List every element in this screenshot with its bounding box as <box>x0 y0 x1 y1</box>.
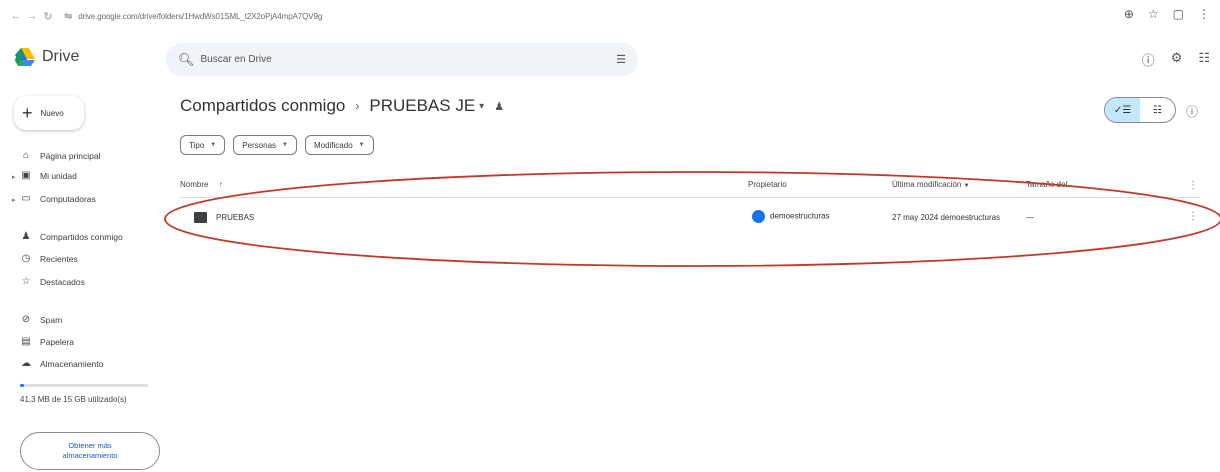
breadcrumb-shared-link[interactable]: Compartidos conmigo <box>180 96 345 116</box>
search-bar[interactable]: 🔍︎ Buscar en Drive ☰ <box>166 43 638 76</box>
star-icon: ☆ <box>21 276 31 287</box>
shared-people-icon: ♟ <box>494 100 505 113</box>
sidebar-item-label: Almacenamiento <box>40 358 104 369</box>
people-icon: ♟ <box>21 231 31 242</box>
filter-modified-chip[interactable]: Modificado ▼ <box>304 135 374 155</box>
more-vert-icon[interactable]: ⋮ <box>1188 180 1198 191</box>
site-info-icon[interactable]: ⇋ <box>64 11 72 22</box>
tune-icon[interactable]: ☰ <box>616 53 626 66</box>
plus-icon: + <box>22 102 33 123</box>
chevron-down-icon: ▼ <box>358 142 365 148</box>
get-more-storage-button[interactable]: Obtener más almacenamiento <box>20 432 160 470</box>
bookmark-star-icon[interactable]: ☆ <box>1148 7 1159 21</box>
home-icon: ⌂ <box>22 150 30 161</box>
drive-logo-icon <box>14 48 35 66</box>
sidebar-item-storage[interactable]: ☁︎ Almacenamiento <box>20 358 103 369</box>
clock-icon: ◷ <box>21 253 31 264</box>
sidebar-item-shared[interactable]: ♟ Compartidos conmigo <box>20 231 123 242</box>
breadcrumb: Compartidos conmigo › PRUEBAS JE ▾ ♟ <box>180 96 504 116</box>
help-icon[interactable]: ⓘ <box>1142 50 1155 69</box>
table-row[interactable]: PRUEBAS demoestructuras 27 may 2024 demo… <box>180 203 1200 233</box>
settings-icon[interactable]: ⚙ <box>1171 50 1183 69</box>
column-name-label: Nombre <box>180 180 209 189</box>
sidebar-item-trash[interactable]: ▤ Papelera <box>20 336 74 347</box>
filter-people-chip[interactable]: Personas ▼ <box>233 135 297 155</box>
shared-folder-icon <box>194 212 207 223</box>
spam-icon: ⊘ <box>21 314 31 325</box>
column-modified-label: Última modificación <box>892 180 962 189</box>
storage-usage-text: 41,3 MB de 15 GB utilizado(s) <box>20 395 127 404</box>
cloud-icon: ☁︎ <box>21 358 31 369</box>
extensions-icon[interactable]: ▢ <box>1173 7 1184 21</box>
size-cell: — <box>1026 213 1034 222</box>
sidebar-item-my-drive[interactable]: ▣ Mi unidad <box>20 170 77 181</box>
sidebar-item-label: Papelera <box>40 336 75 347</box>
reload-icon[interactable]: ↻ <box>40 10 56 23</box>
sidebar-item-home[interactable]: ⌂ Página principal <box>20 150 101 161</box>
checkmark-icon: ✓☰ <box>1113 104 1132 116</box>
grid-icon: ☷ <box>1153 104 1162 116</box>
new-button[interactable]: + Nuevo <box>14 96 84 130</box>
owner-name: demoestructuras <box>770 211 830 221</box>
storage-progress-fill <box>20 384 24 387</box>
url-text: drive.google.com/drive/folders/1HwdWs01S… <box>78 11 323 21</box>
expand-arrow-icon[interactable]: ▸ <box>12 196 16 204</box>
column-name-header[interactable]: Nombre ↑ <box>180 180 223 189</box>
sidebar-item-label: Mi unidad <box>40 170 77 181</box>
column-modified-header[interactable]: Última modificación ▼ <box>892 180 970 189</box>
sidebar-item-label: Destacados <box>40 276 85 287</box>
view-toggle: ✓☰ ☷ <box>1104 97 1176 123</box>
file-name[interactable]: PRUEBAS <box>216 213 254 222</box>
filter-type-chip[interactable]: Tipo ▼ <box>180 135 226 155</box>
search-input[interactable]: Buscar en Drive <box>201 54 617 65</box>
apps-icon[interactable]: ☷ <box>1198 50 1210 69</box>
list-view-button[interactable]: ✓☰ <box>1105 98 1140 122</box>
browser-toolbar: ← → ↻ ⇋ drive.google.com/drive/folders/1… <box>0 0 1220 32</box>
modified-cell: 27 may 2024 demoestructuras <box>892 213 1001 222</box>
chip-label: Modificado <box>313 140 353 150</box>
chevron-down-icon: ▼ <box>282 142 288 148</box>
browser-menu-icon[interactable]: ⋮ <box>1198 7 1210 21</box>
drive-logo[interactable]: Drive <box>14 47 79 67</box>
sidebar-item-spam[interactable]: ⊘ Spam <box>20 314 62 325</box>
sidebar-item-label: Página principal <box>40 150 101 161</box>
sidebar-item-label: Computadoras <box>40 193 96 204</box>
new-button-label: Nuevo <box>40 108 64 118</box>
sidebar-item-label: Recientes <box>40 253 78 264</box>
forward-icon[interactable]: → <box>24 10 40 22</box>
chip-label: Personas <box>242 140 277 150</box>
lens-icon[interactable]: ⊕ <box>1124 7 1134 21</box>
trash-icon: ▤ <box>21 336 31 347</box>
chevron-right-icon: › <box>355 99 360 113</box>
owner-cell: demoestructuras <box>752 210 830 223</box>
chevron-down-icon[interactable]: ▾ <box>479 101 484 112</box>
sidebar-item-label: Compartidos conmigo <box>40 231 123 242</box>
address-bar[interactable]: ⇋ drive.google.com/drive/folders/1HwdWs0… <box>64 6 1124 26</box>
chevron-down-icon: ▼ <box>210 142 217 148</box>
search-icon[interactable]: 🔍︎ <box>178 52 195 68</box>
back-icon[interactable]: ← <box>8 10 24 22</box>
file-list-header: Nombre ↑ Propietario Última modificación… <box>180 172 1200 198</box>
my-drive-icon: ▣ <box>21 170 31 181</box>
computer-icon: ▭ <box>21 193 31 204</box>
breadcrumb-current-folder[interactable]: PRUEBAS JE <box>369 96 475 116</box>
sidebar-item-recent[interactable]: ◷ Recientes <box>20 253 78 264</box>
expand-arrow-icon[interactable]: ▸ <box>12 173 16 181</box>
sidebar-item-computers[interactable]: ▭ Computadoras <box>20 193 96 204</box>
sort-arrow-icon[interactable]: ↑ <box>219 180 223 189</box>
chip-label: Tipo <box>189 140 205 150</box>
info-icon[interactable]: ⓘ <box>1186 103 1198 120</box>
sidebar-item-starred[interactable]: ☆ Destacados <box>20 276 85 287</box>
column-owner-header[interactable]: Propietario <box>748 180 787 189</box>
storage-progress-bar <box>20 384 148 387</box>
grid-view-button[interactable]: ☷ <box>1140 98 1175 122</box>
column-size-header[interactable]: Tamaño del <box>1026 180 1067 189</box>
chevron-down-icon: ▼ <box>963 183 970 189</box>
sidebar-item-label: Spam <box>40 314 63 325</box>
more-vert-icon[interactable]: ⋮ <box>1188 211 1198 222</box>
app-name: Drive <box>42 48 80 65</box>
avatar <box>752 210 765 223</box>
